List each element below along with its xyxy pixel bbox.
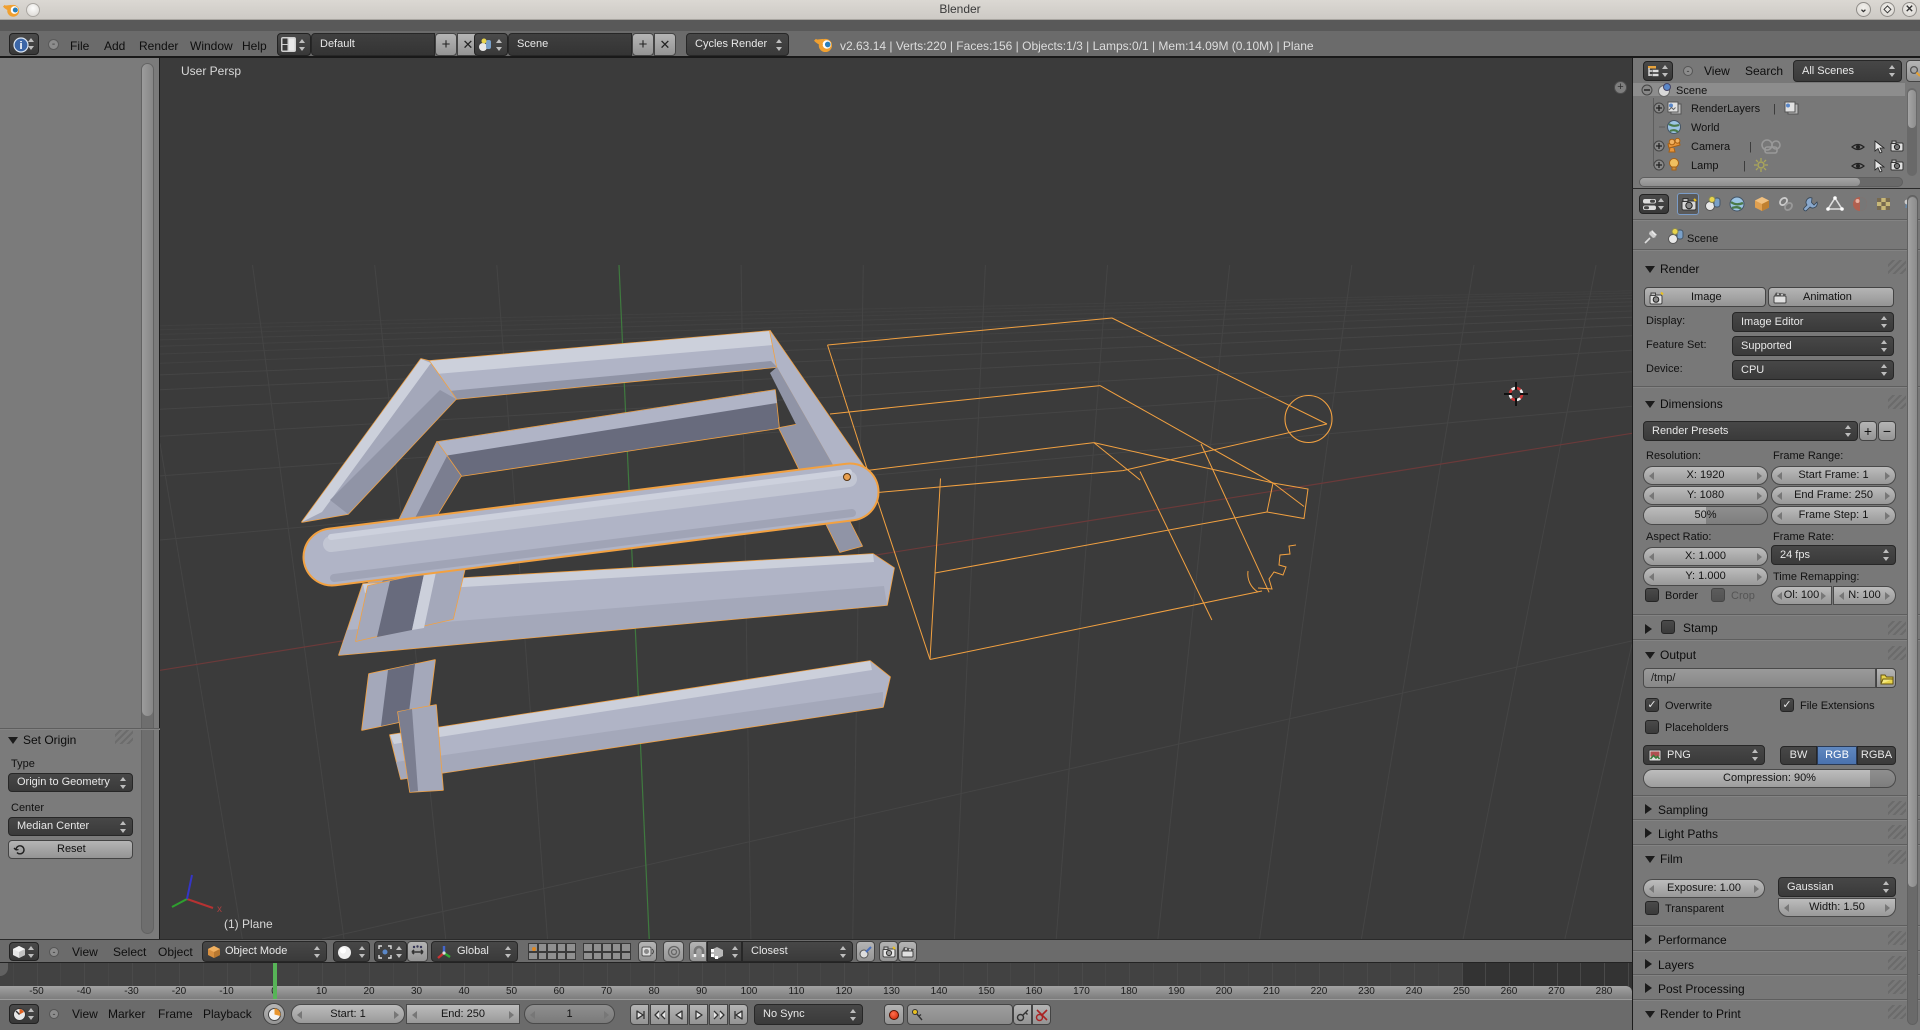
svg-text:Lamp: Lamp [1691, 160, 1719, 172]
svg-text:World: World [1691, 122, 1720, 134]
svg-text:Camera: Camera [1691, 141, 1731, 153]
svg-text:Scene: Scene [1687, 233, 1718, 245]
svg-text:Scene: Scene [1676, 85, 1707, 97]
svg-text:|: | [1749, 141, 1752, 153]
svg-text:RenderLayers: RenderLayers [1691, 103, 1761, 115]
svg-text:i: i [19, 40, 22, 52]
svg-text:|: | [1773, 103, 1776, 115]
svg-text:x: x [217, 904, 222, 915]
svg-text:|: | [1743, 160, 1746, 172]
